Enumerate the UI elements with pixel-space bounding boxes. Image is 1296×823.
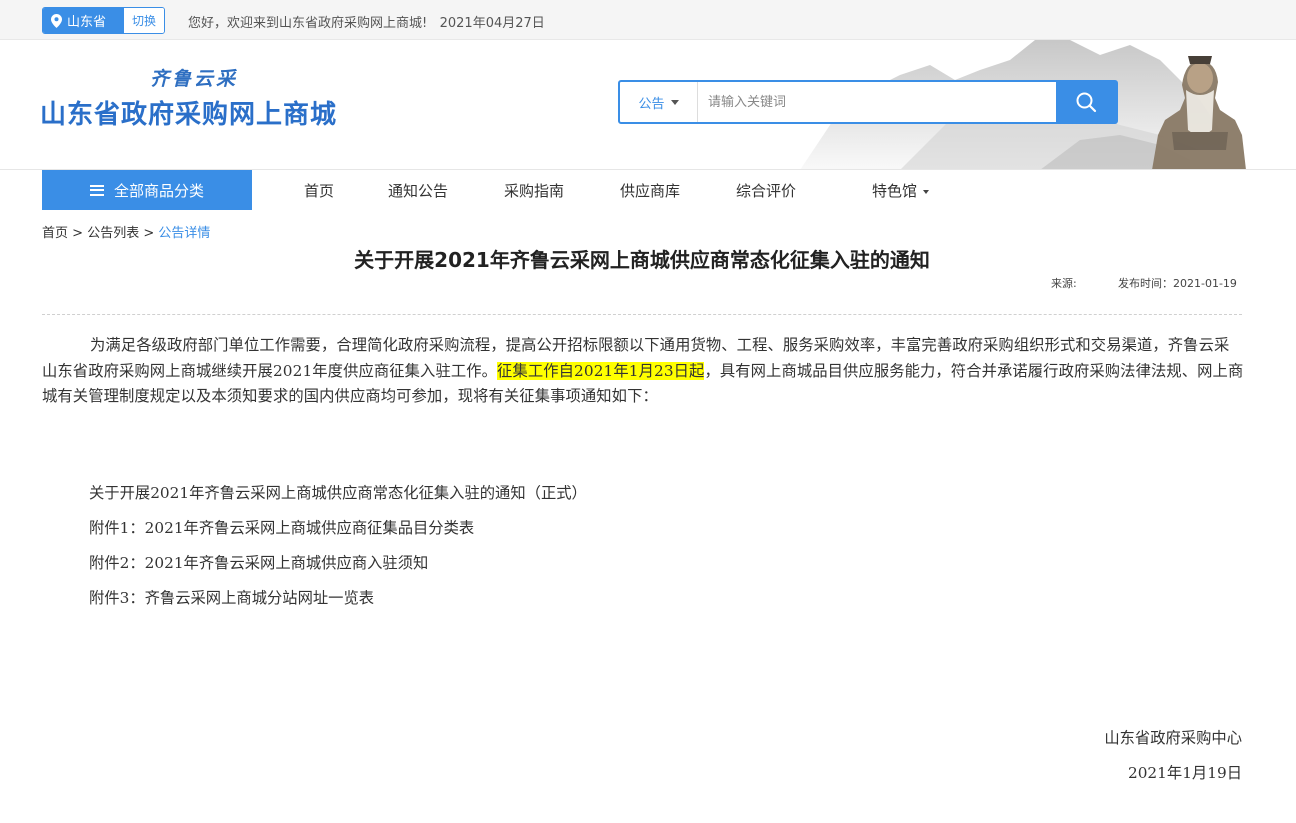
attachment-link-1[interactable]: 附件1：2021年齐鲁云采网上商城供应商征集品目分类表 [89, 516, 474, 538]
search-type-label: 公告 [638, 96, 665, 112]
all-categories-label: 全部商品分类 [113, 181, 204, 200]
nav-home[interactable]: 首页 [304, 180, 334, 201]
search-bar: 公告 [618, 80, 1118, 124]
site-logo[interactable]: 山东省政府采购网上商城 [40, 94, 337, 131]
breadcrumb-current[interactable]: 公告详情 [158, 226, 210, 241]
province-label: 山东省 [67, 15, 107, 30]
attachment-link-3[interactable]: 附件3：齐鲁云采网上商城分站网址一览表 [89, 586, 374, 608]
top-bar: 山东省 切换 您好，欢迎来到山东省政府采购网上商城! 2021年04月27日 [0, 0, 1296, 40]
breadcrumb: 首页 > 公告列表 > 公告详情 [42, 222, 210, 241]
nav-featured[interactable]: 特色馆 [872, 180, 930, 201]
breadcrumb-home[interactable]: 首页 [42, 226, 68, 241]
all-categories-button[interactable]: 全部商品分类 [42, 170, 252, 210]
highlighted-text: 征集工作自2021年1月23日起 [497, 361, 705, 380]
location-pin-icon [51, 13, 62, 28]
attachment-link-notice[interactable]: 关于开展2021年齐鲁云采网上商城供应商常态化征集入驻的通知（正式） [89, 481, 587, 503]
search-type-dropdown[interactable]: 公告 [620, 82, 698, 122]
welcome-text: 您好，欢迎来到山东省政府采购网上商城! 2021年04月27日 [188, 16, 545, 31]
sign-date: 2021年1月19日 [1127, 764, 1242, 782]
breadcrumb-list[interactable]: 公告列表 [87, 226, 139, 241]
article-paragraph: 为满足各级政府部门单位工作需要，合理简化政府采购流程，提高公开招标限额以下通用货… [42, 333, 1244, 410]
logo-subtitle: 齐鲁云采 [150, 68, 239, 90]
nav-featured-label: 特色馆 [872, 182, 918, 200]
site-header: 齐鲁云采 山东省政府采购网上商城 公告 [0, 40, 1296, 170]
attachment-link-2[interactable]: 附件2：2021年齐鲁云采网上商城供应商入驻须知 [89, 551, 428, 573]
search-button[interactable] [1056, 82, 1116, 122]
chevron-down-icon [923, 189, 930, 194]
current-province[interactable]: 山东省 [43, 8, 124, 33]
nav-evaluation[interactable]: 综合评价 [736, 180, 796, 201]
article-source: 来源: [1051, 277, 1077, 290]
chevron-down-icon [670, 99, 679, 105]
location-selector[interactable]: 山东省 切换 [42, 7, 165, 34]
nav-supplier-library[interactable]: 供应商库 [620, 180, 680, 201]
main-nav: 全部商品分类 首页 通知公告 采购指南 供应商库 综合评价 特色馆 [0, 170, 1296, 210]
article-title: 关于开展2021年齐鲁云采网上商城供应商常态化征集入驻的通知 [354, 248, 930, 272]
search-icon [1076, 92, 1097, 113]
switch-province-button[interactable]: 切换 [124, 8, 164, 33]
nav-notices[interactable]: 通知公告 [388, 180, 448, 201]
divider [42, 314, 1242, 315]
nav-guide[interactable]: 采购指南 [504, 180, 564, 201]
menu-icon [89, 184, 104, 196]
signer: 山东省政府采购中心 [1104, 729, 1242, 747]
search-input[interactable] [698, 82, 1056, 122]
article-publish-time: 发布时间：2021-01-19 [1118, 277, 1237, 290]
breadcrumb-separator: > [68, 226, 88, 241]
breadcrumb-separator: > [139, 226, 159, 241]
